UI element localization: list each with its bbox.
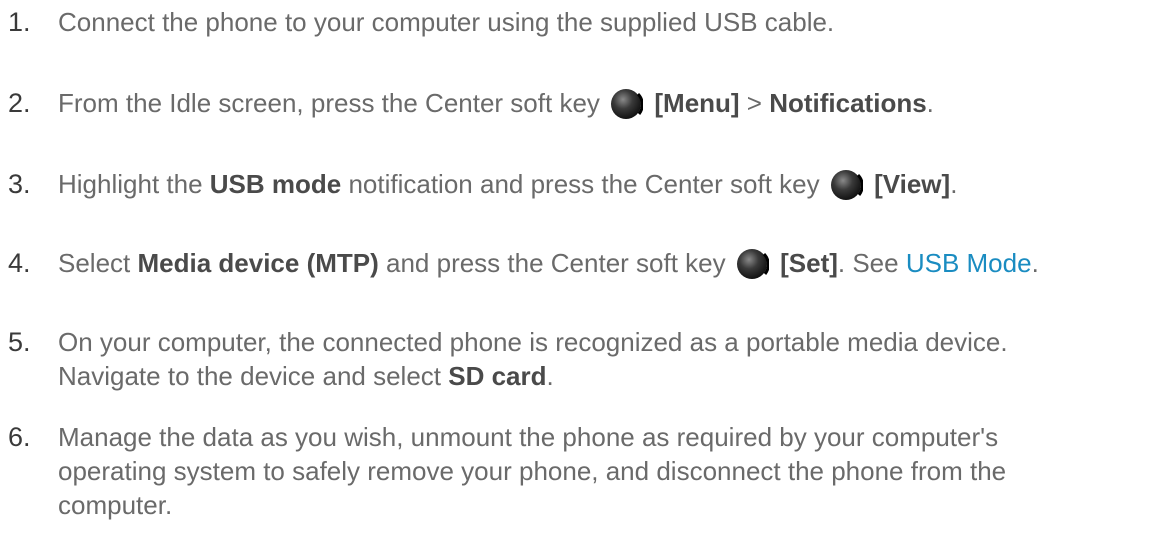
step-text-line: Manage the data as you wish, unmount the… (58, 422, 999, 452)
view-key-label: [View] (874, 169, 951, 199)
step-text: On your computer, the connected phone is… (58, 325, 1175, 393)
step-text-segment: > (739, 88, 770, 118)
instruction-list: 1. Connect the phone to your computer us… (0, 0, 1175, 537)
step-text-segment: Connect the phone to your computer using… (58, 7, 835, 37)
step-text: Manage the data as you wish, unmount the… (58, 420, 1175, 522)
step-text-segment: Select (58, 248, 138, 278)
step-text-segment: . (926, 88, 934, 118)
step-number: 4. (8, 248, 31, 278)
sd-card-label: SD card (448, 361, 547, 391)
step-text-segment: notification and press the Center soft k… (341, 169, 820, 199)
usb-mode-link[interactable]: USB Mode (906, 248, 1032, 278)
step-text: Select Media device (MTP) and press the … (58, 246, 1175, 281)
step-number: 5. (8, 327, 31, 357)
menu-key-label: [Menu] (654, 88, 740, 118)
step-text-segment: and press the Center soft key (378, 248, 726, 278)
step-text-line: operating system to safely remove your p… (58, 456, 1007, 486)
step-text-segment: . (1031, 248, 1039, 278)
media-device-label: Media device (MTP) (137, 248, 379, 278)
center-soft-key-icon (609, 87, 644, 121)
step-text: Connect the phone to your computer using… (58, 5, 1175, 39)
step-text: From the Idle screen, press the Center s… (58, 86, 1175, 121)
usb-mode-label: USB mode (209, 169, 342, 199)
center-soft-key-icon (735, 247, 769, 281)
step-text-segment: Highlight the (58, 169, 210, 199)
step-text-line: computer. (58, 490, 173, 520)
step-number: 3. (8, 169, 31, 199)
step-text-segment: From the Idle screen, press the Center s… (58, 88, 600, 118)
set-key-label: [Set] (780, 248, 838, 278)
step-text-segment: Navigate to the device and select (58, 361, 449, 391)
center-soft-key-icon (829, 168, 863, 202)
step-text-line: Navigate to the device and select SD car… (58, 359, 1175, 393)
step-text-segment: . (950, 169, 958, 199)
step-text-segment: . See (837, 248, 906, 278)
notifications-label: Notifications (769, 88, 927, 118)
step-text: Highlight the USB mode notification and … (58, 167, 1175, 202)
step-number: 2. (8, 88, 31, 118)
step-text-segment: . (546, 361, 554, 391)
step-number: 6. (8, 422, 31, 452)
step-number: 1. (8, 7, 31, 37)
step-text-line: On your computer, the connected phone is… (58, 327, 1008, 357)
